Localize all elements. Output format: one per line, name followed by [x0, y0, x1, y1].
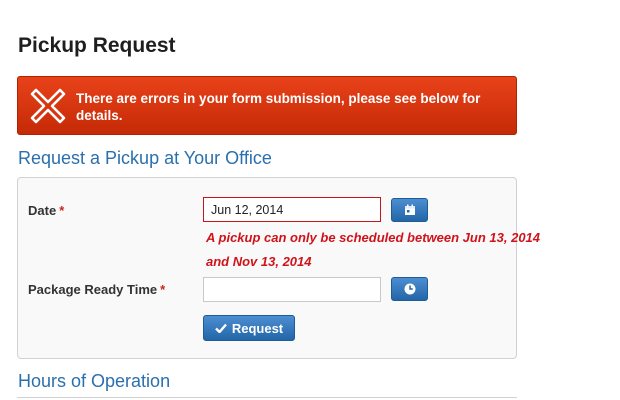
ready-time-input[interactable]	[203, 277, 381, 302]
request-button-label: Request	[231, 320, 284, 336]
section-divider	[17, 397, 517, 398]
required-marker: *	[59, 203, 65, 218]
date-input[interactable]	[203, 197, 381, 222]
request-button[interactable]: Request	[203, 315, 295, 341]
date-picker-button[interactable]	[391, 198, 428, 222]
required-marker: *	[160, 282, 166, 297]
checkmark-icon	[214, 323, 227, 333]
section-title-request-pickup: Request a Pickup at Your Office	[18, 148, 272, 168]
section-title-hours: Hours of Operation	[18, 371, 171, 391]
calendar-icon	[404, 204, 415, 215]
date-label-text: Date	[28, 203, 57, 218]
time-picker-button[interactable]	[391, 277, 428, 301]
error-banner: There are errors in your form submission…	[17, 76, 517, 135]
clock-icon	[404, 283, 415, 295]
ready-time-label-text: Package Ready Time	[28, 282, 158, 297]
page-title: Pickup Request	[18, 34, 176, 57]
date-label: Date *	[28, 203, 64, 218]
date-error-message: A pickup can only be scheduled between J…	[206, 230, 541, 269]
ready-time-label: Package Ready Time *	[28, 282, 165, 297]
error-x-icon	[30, 88, 66, 124]
error-message: There are errors in your form submission…	[76, 91, 481, 123]
